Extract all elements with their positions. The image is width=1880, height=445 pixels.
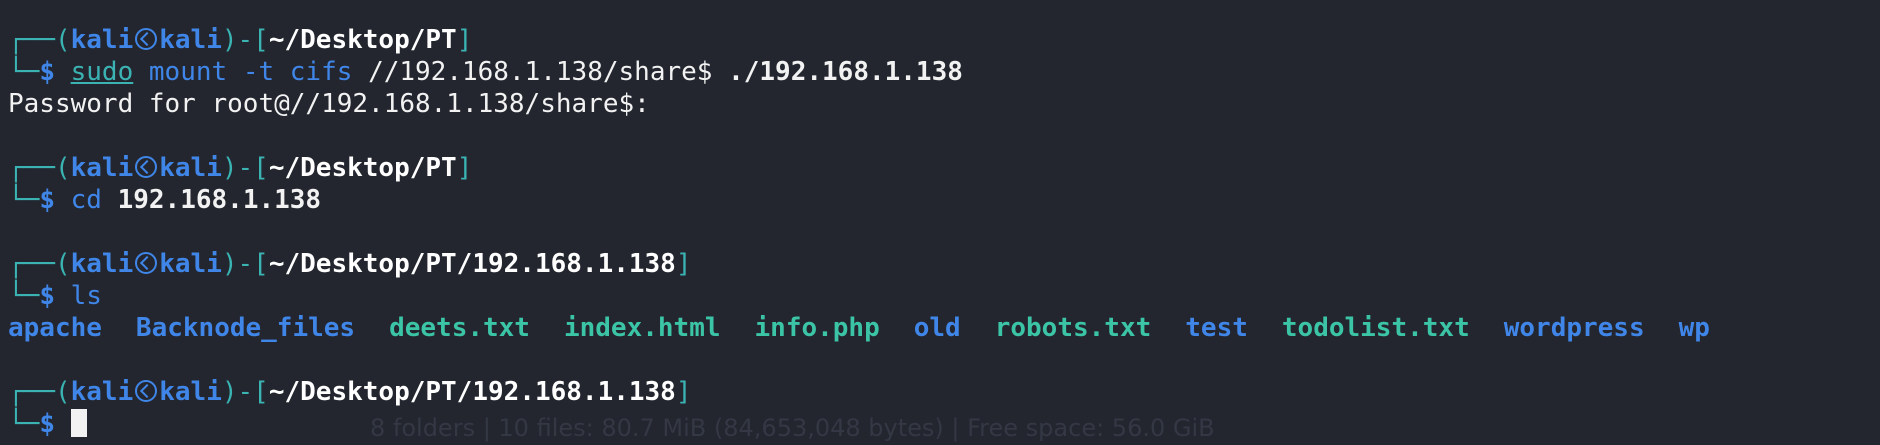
ls-output: apache Backnode_files deets.txt index.html i… [8, 312, 1744, 344]
prompt-dollar: $ [39, 57, 55, 87]
prompt-bracket-close: ] [675, 249, 692, 279]
ls-file: deets.txt [389, 313, 530, 343]
ls-file: robots.txt [994, 313, 1152, 343]
prompt-line-4: ┌──(kali kali)-[~/Desktop/PT/192.168.1.13… [8, 376, 692, 408]
prompt-prefix: └─ [8, 409, 40, 439]
prompt-host: kali [159, 377, 222, 407]
prompt-dollar: $ [39, 185, 55, 215]
command-name: mount -t cifs [133, 57, 369, 87]
prompt-host: kali [159, 25, 222, 55]
ls-file: index.html [563, 313, 721, 343]
prompt-host: kali [159, 249, 222, 279]
prompt-mid: )-[ [221, 249, 269, 279]
ls-directory: apache [8, 313, 102, 343]
prompt-line-1: ┌──(kali kali)-[~/Desktop/PT] [8, 24, 472, 56]
kali-icon [135, 380, 158, 402]
ls-directory: Backnode_files [135, 313, 356, 343]
prompt-prefix: └─ [8, 185, 40, 215]
command-line-4[interactable]: └─$ [8, 408, 87, 440]
command-line-1: └─$ sudo mount -t cifs //192.168.1.138/s… [8, 56, 963, 88]
command-line-2: └─$ cd 192.168.1.138 [8, 184, 321, 216]
prompt-mid: )-[ [221, 25, 269, 55]
prompt-line-3: ┌──(kali kali)-[~/Desktop/PT/192.168.1.13… [8, 248, 692, 280]
prompt-path: ~/Desktop/PT/192.168.1.138 [268, 377, 676, 407]
prompt-dollar: $ [39, 281, 55, 311]
prompt-mid: )-[ [221, 377, 269, 407]
command-arg-bold: 192.168.1.138 [101, 185, 322, 215]
ls-directory: test [1185, 313, 1248, 343]
ls-directory: wordpress [1503, 313, 1645, 343]
prompt-bracket-close: ] [456, 25, 473, 55]
prompt-dollar: $ [39, 409, 55, 439]
terminal-window[interactable]: ┌──(kali kali)-[~/Desktop/PT] └─$ sudo mo… [0, 0, 1880, 445]
prompt-user: kali [70, 25, 134, 55]
ls-file: info.php [754, 313, 880, 343]
prompt-line-2: ┌──(kali kali)-[~/Desktop/PT] [8, 152, 472, 184]
command-sudo: sudo [70, 57, 134, 87]
ls-directory: wp [1678, 313, 1710, 343]
kali-icon [135, 28, 158, 50]
prompt-path: ~/Desktop/PT [268, 153, 457, 183]
ls-file: todolist.txt [1281, 313, 1470, 343]
command-line-3: └─$ ls [8, 280, 102, 312]
kali-icon [135, 156, 158, 178]
command-name: ls [70, 281, 102, 311]
prompt-bracket: ┌──( [8, 153, 71, 183]
prompt-path: ~/Desktop/PT/192.168.1.138 [268, 249, 676, 279]
prompt-bracket: ┌──( [8, 377, 71, 407]
ls-directory: old [913, 313, 961, 343]
output-line-1: Password for root@//192.168.1.138/share$… [8, 89, 650, 119]
prompt-host: kali [159, 153, 222, 183]
prompt-mid: )-[ [221, 153, 269, 183]
command-arg-bold: ./192.168.1.138 [712, 57, 963, 87]
prompt-path: ~/Desktop/PT [268, 25, 457, 55]
prompt-bracket: ┌──( [8, 25, 71, 55]
prompt-user: kali [70, 377, 134, 407]
prompt-prefix: └─ [8, 57, 40, 87]
command-arg: //192.168.1.138/share$ [368, 57, 713, 87]
prompt-user: kali [70, 153, 134, 183]
prompt-bracket-close: ] [456, 153, 473, 183]
prompt-bracket-close: ] [675, 377, 692, 407]
prompt-prefix: └─ [8, 281, 40, 311]
status-bar-text: 8 folders | 10 files: 80.7 MiB (84,653,0… [370, 414, 1215, 442]
kali-icon [135, 252, 158, 274]
command-name: cd [70, 185, 102, 215]
text-cursor[interactable] [70, 409, 87, 437]
prompt-user: kali [70, 249, 134, 279]
prompt-bracket: ┌──( [8, 249, 71, 279]
